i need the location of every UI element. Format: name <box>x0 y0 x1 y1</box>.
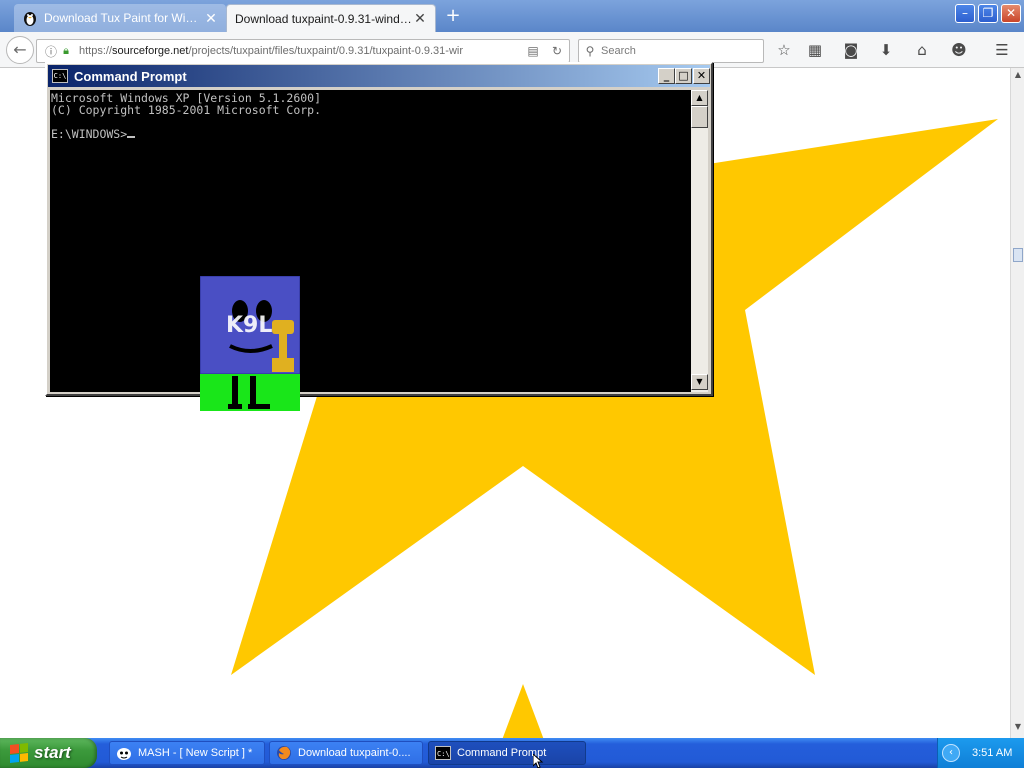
smiley-icon[interactable]: ☻ <box>949 40 969 60</box>
taskbar-button-label: MASH - [ New Script ] * <box>138 747 253 759</box>
info-icon[interactable]: ⓘ <box>43 43 59 60</box>
tab-strip: Download Tux Paint for Wind… ✕ Download … <box>0 0 1024 32</box>
window-restore-button[interactable]: ❐ <box>978 4 998 23</box>
scroll-up-arrow-icon[interactable]: ▲ <box>691 90 708 106</box>
home-icon[interactable]: ⌂ <box>912 40 932 60</box>
scrollbar-thumb[interactable] <box>691 106 708 128</box>
url-bar[interactable]: ⓘ 🔒︎ https://sourceforge.net/projects/tu… <box>36 39 570 63</box>
command-prompt-window[interactable]: C:\ Command Prompt _ □ ✕ Microsoft Windo… <box>45 62 713 396</box>
menu-hamburger-icon[interactable]: ☰ <box>992 40 1012 60</box>
reader-view-icon[interactable]: ▤ <box>521 44 545 58</box>
reload-icon[interactable]: ↻ <box>545 44 569 58</box>
console-line: ​ <box>51 116 690 128</box>
url-prefix: https:// <box>79 45 113 57</box>
taskbar-button-firefox[interactable]: Download tuxpaint-0.... <box>269 741 423 765</box>
console-scrollbar[interactable]: ▲ ▼ <box>691 90 708 392</box>
cmd-icon: C:\ <box>435 745 451 761</box>
scroll-up-arrow-icon[interactable]: ▲ <box>1012 70 1024 82</box>
firefox-icon <box>276 745 292 761</box>
clock[interactable]: 3:51 AM <box>972 747 1012 759</box>
cmd-icon: C:\ <box>52 69 68 83</box>
console-prompt-line: E:\WINDOWS> <box>51 128 690 140</box>
search-placeholder: Search <box>601 45 636 57</box>
system-tray: ‹ 3:51 AM <box>937 738 1024 768</box>
tab-download-tuxpaint[interactable]: Download tuxpaint-0.9.31-windo… ✕ <box>226 4 436 32</box>
cmd-close-button[interactable]: ✕ <box>693 68 710 84</box>
character-sprite: K9L <box>200 276 300 411</box>
tab-close-icon[interactable]: ✕ <box>204 10 218 27</box>
pocket-icon[interactable]: ◙ <box>841 40 861 60</box>
new-tab-button[interactable]: + <box>444 6 462 26</box>
taskbar-button-mash[interactable]: MASH - [ New Script ] * <box>109 741 265 765</box>
console-prompt: E:\WINDOWS> <box>51 127 128 141</box>
cmd-maximize-button[interactable]: □ <box>675 68 692 84</box>
start-label: start <box>34 743 71 762</box>
scroll-down-arrow-icon[interactable]: ▼ <box>1012 722 1024 734</box>
window-close-button[interactable]: ✕ <box>1001 4 1021 23</box>
back-arrow-icon[interactable]: ← <box>6 36 34 64</box>
start-button[interactable]: start <box>0 738 97 768</box>
text-cursor <box>127 136 136 138</box>
reading-list-icon[interactable]: ▦ <box>805 40 825 60</box>
mouse-pointer-icon <box>533 754 544 768</box>
tab-label: Download tuxpaint-0.9.31-windo… <box>235 11 413 26</box>
windows-logo-icon <box>10 743 28 763</box>
mash-icon <box>116 745 132 761</box>
command-prompt-titlebar[interactable]: C:\ Command Prompt _ □ ✕ <box>48 65 710 87</box>
taskbar-button-label: Download tuxpaint-0.... <box>298 747 411 759</box>
window-title: Command Prompt <box>74 68 187 84</box>
url-path: /projects/tuxpaint/files/tuxpaint/0.9.31… <box>188 45 464 57</box>
tux-penguin-icon <box>22 10 38 26</box>
window-minimize-button[interactable]: – <box>955 4 975 23</box>
page-scrollbar[interactable]: ▲ ▼ <box>1010 68 1024 738</box>
taskbar: start MASH - [ New Script ] * Download t… <box>0 738 1024 768</box>
console-output[interactable]: Microsoft Windows XP [Version 5.1.2600](… <box>50 90 691 392</box>
scrollbar-thumb[interactable] <box>1013 248 1023 262</box>
svg-text:C:\: C:\ <box>437 750 450 758</box>
url-text[interactable]: https://sourceforge.net/projects/tuxpain… <box>79 45 521 57</box>
show-hidden-icons-chevron-icon[interactable]: ‹ <box>942 744 960 762</box>
lock-icon[interactable]: 🔒︎ <box>59 45 73 58</box>
yellow-star-tip <box>502 684 544 740</box>
tab-close-icon[interactable]: ✕ <box>413 10 427 27</box>
tab-label: Download Tux Paint for Wind… <box>44 11 204 25</box>
downloads-icon[interactable]: ⬇ <box>876 40 896 60</box>
screen: Download Tux Paint for Wind… ✕ Download … <box>0 0 1024 768</box>
bookmark-star-icon[interactable]: ☆ <box>774 40 794 60</box>
scroll-down-arrow-icon[interactable]: ▼ <box>691 374 708 390</box>
tab-tux-paint[interactable]: Download Tux Paint for Wind… ✕ <box>14 4 226 32</box>
taskbar-button-command-prompt[interactable]: C:\ Command Prompt <box>428 741 586 765</box>
search-icon: ⚲ <box>585 44 595 58</box>
svg-text:K9L: K9L <box>226 313 272 338</box>
console-line: (C) Copyright 1985-2001 Microsoft Corp. <box>51 103 322 117</box>
url-domain: sourceforge.net <box>112 45 189 57</box>
search-input[interactable]: ⚲ Search <box>578 39 764 63</box>
cmd-minimize-button[interactable]: _ <box>658 68 675 84</box>
